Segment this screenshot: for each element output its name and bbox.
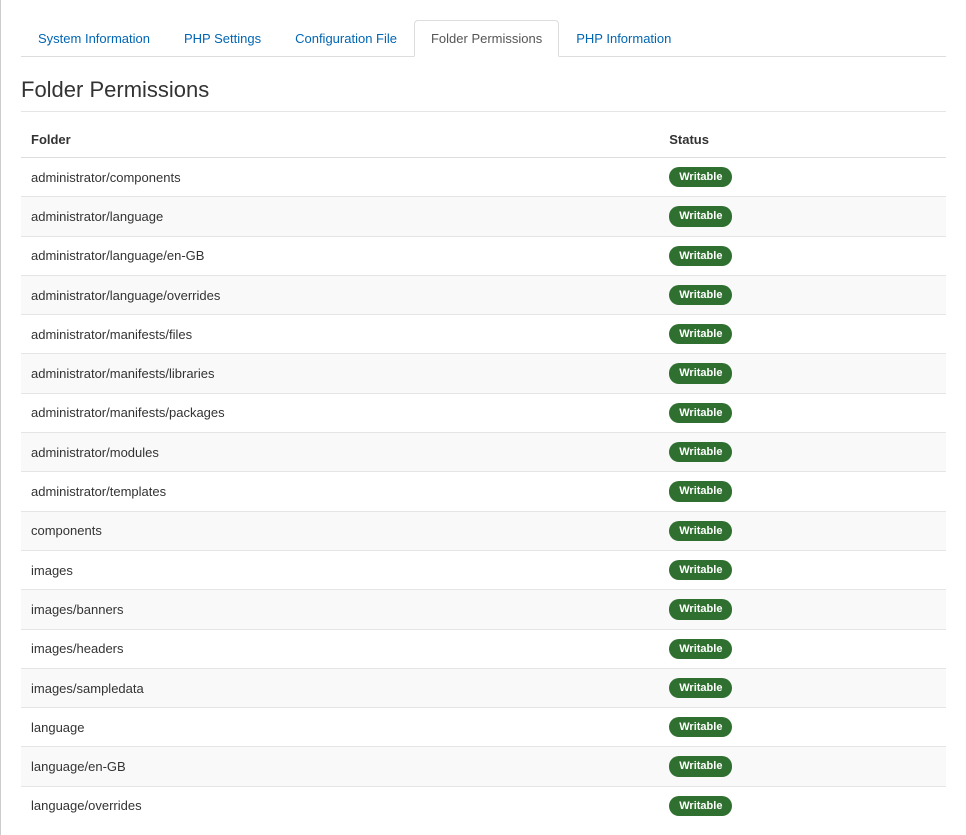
table-row: language/en-GB Writable (21, 747, 946, 786)
folder-path: language/en-GB (21, 747, 659, 786)
table-row: administrator/manifests/files Writable (21, 315, 946, 354)
tabs-nav: System Information PHP Settings Configur… (21, 20, 946, 57)
folder-permissions-table: Folder Status administrator/components Wr… (21, 122, 946, 825)
table-row: images/banners Writable (21, 590, 946, 629)
folder-path: components (21, 511, 659, 550)
folder-path: images/sampledata (21, 668, 659, 707)
folder-path: administrator/manifests/files (21, 315, 659, 354)
folder-status-cell: Writable (659, 433, 946, 472)
status-badge: Writable (669, 639, 732, 659)
status-badge: Writable (669, 796, 732, 816)
status-badge: Writable (669, 206, 732, 226)
folder-status-cell: Writable (659, 550, 946, 589)
tab-php-settings[interactable]: PHP Settings (167, 20, 278, 57)
status-badge: Writable (669, 363, 732, 383)
tab-folder-permissions[interactable]: Folder Permissions (414, 20, 559, 57)
folder-status-cell: Writable (659, 275, 946, 314)
status-badge: Writable (669, 285, 732, 305)
folder-status-cell: Writable (659, 158, 946, 197)
folder-status-cell: Writable (659, 197, 946, 236)
table-header-status: Status (659, 122, 946, 158)
folder-path: administrator/language/overrides (21, 275, 659, 314)
status-badge: Writable (669, 167, 732, 187)
table-row: components Writable (21, 511, 946, 550)
folder-path: images/banners (21, 590, 659, 629)
table-header-folder: Folder (21, 122, 659, 158)
table-row: language Writable (21, 708, 946, 747)
folder-path: administrator/components (21, 158, 659, 197)
status-badge: Writable (669, 717, 732, 737)
folder-path: images (21, 550, 659, 589)
status-badge: Writable (669, 560, 732, 580)
folder-status-cell: Writable (659, 354, 946, 393)
table-row: images Writable (21, 550, 946, 589)
status-badge: Writable (669, 442, 732, 462)
folder-status-cell: Writable (659, 629, 946, 668)
folder-status-cell: Writable (659, 511, 946, 550)
page-title: Folder Permissions (21, 77, 946, 112)
folder-status-cell: Writable (659, 786, 946, 825)
tab-configuration-file[interactable]: Configuration File (278, 20, 414, 57)
folder-status-cell: Writable (659, 668, 946, 707)
folder-status-cell: Writable (659, 472, 946, 511)
table-row: administrator/language/overrides Writable (21, 275, 946, 314)
table-row: administrator/manifests/packages Writable (21, 393, 946, 432)
table-row: administrator/language Writable (21, 197, 946, 236)
folder-path: language (21, 708, 659, 747)
folder-path: administrator/language/en-GB (21, 236, 659, 275)
folder-status-cell: Writable (659, 747, 946, 786)
status-badge: Writable (669, 678, 732, 698)
table-row: administrator/templates Writable (21, 472, 946, 511)
table-row: administrator/components Writable (21, 158, 946, 197)
folder-status-cell: Writable (659, 590, 946, 629)
folder-path: administrator/manifests/libraries (21, 354, 659, 393)
folder-path: images/headers (21, 629, 659, 668)
status-badge: Writable (669, 599, 732, 619)
table-row: images/sampledata Writable (21, 668, 946, 707)
status-badge: Writable (669, 324, 732, 344)
table-row: administrator/manifests/libraries Writabl… (21, 354, 946, 393)
folder-path: administrator/manifests/packages (21, 393, 659, 432)
folder-path: administrator/templates (21, 472, 659, 511)
folder-path: administrator/language (21, 197, 659, 236)
status-badge: Writable (669, 481, 732, 501)
folder-path: administrator/modules (21, 433, 659, 472)
folder-status-cell: Writable (659, 315, 946, 354)
folder-status-cell: Writable (659, 393, 946, 432)
folder-path: language/overrides (21, 786, 659, 825)
tab-system-information[interactable]: System Information (21, 20, 167, 57)
folder-status-cell: Writable (659, 708, 946, 747)
tab-php-information[interactable]: PHP Information (559, 20, 688, 57)
status-badge: Writable (669, 756, 732, 776)
table-row: administrator/language/en-GB Writable (21, 236, 946, 275)
table-row: language/overrides Writable (21, 786, 946, 825)
table-row: administrator/modules Writable (21, 433, 946, 472)
status-badge: Writable (669, 521, 732, 541)
status-badge: Writable (669, 246, 732, 266)
status-badge: Writable (669, 403, 732, 423)
table-row: images/headers Writable (21, 629, 946, 668)
folder-status-cell: Writable (659, 236, 946, 275)
